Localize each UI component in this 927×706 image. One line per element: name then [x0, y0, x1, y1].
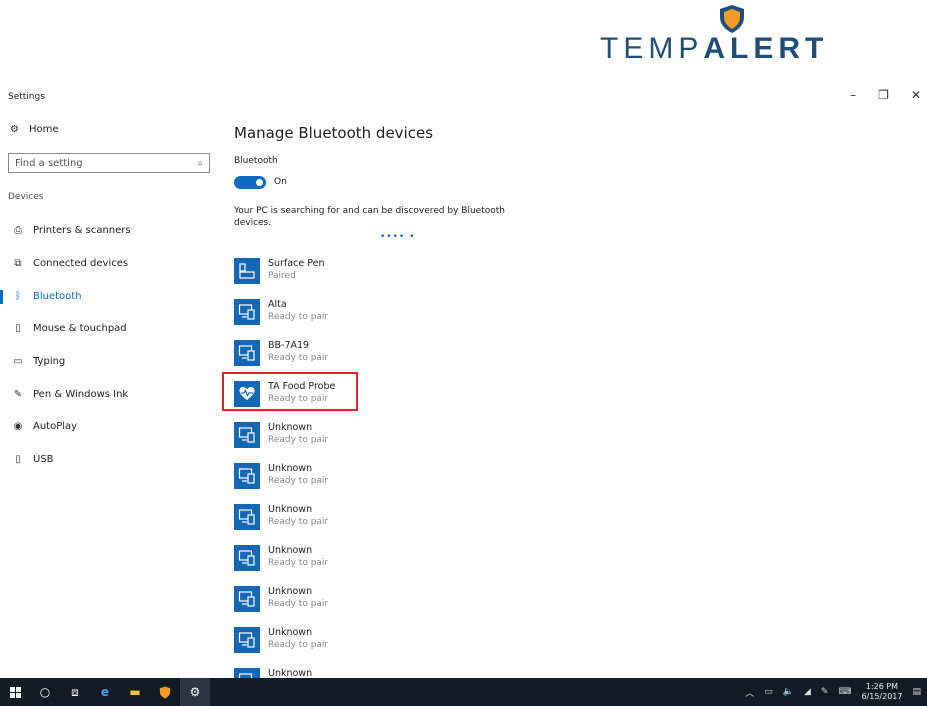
- search-placeholder: Find a setting: [15, 157, 83, 169]
- edge-icon: e: [100, 685, 110, 699]
- search-input[interactable]: Find a setting ⌕: [8, 153, 210, 173]
- mouse-icon: ▯: [15, 322, 21, 334]
- shield-icon: [720, 5, 744, 33]
- sidebar-item-typing[interactable]: ▭ Typing: [12, 353, 65, 369]
- keyboard-device-icon: [234, 258, 260, 284]
- edge-button[interactable]: e: [90, 678, 120, 706]
- file-explorer-button[interactable]: ▬: [120, 678, 150, 706]
- notification-icon[interactable]: ▤: [912, 687, 921, 697]
- task-view-icon: ⧈: [71, 684, 79, 699]
- device-item[interactable]: Surface Pen Paired: [234, 254, 524, 284]
- device-icon: [234, 504, 260, 530]
- bluetooth-label: Bluetooth: [234, 156, 278, 166]
- start-button[interactable]: [0, 678, 30, 706]
- clock[interactable]: 1:26 PM 6/15/2017: [861, 682, 902, 702]
- device-item[interactable]: Unknown Ready to pair: [234, 582, 524, 612]
- printer-icon: ⎙: [14, 224, 22, 236]
- device-icon: [234, 299, 260, 325]
- battery-icon[interactable]: ▭: [764, 687, 773, 697]
- brand-wordmark: TEMPALERT: [600, 32, 829, 65]
- window-controls: – ❐ ✕: [850, 88, 921, 102]
- device-item[interactable]: Unknown Ready to pair: [234, 418, 524, 448]
- device-icon: [234, 586, 260, 612]
- network-icon[interactable]: ◢: [804, 687, 811, 697]
- pen-icon: ✎: [13, 388, 23, 400]
- windows-icon: [9, 686, 21, 698]
- tempalert-app-button[interactable]: [150, 678, 180, 706]
- discovery-info: Your PC is searching for and can be disc…: [234, 206, 505, 228]
- circle-icon: ○: [39, 685, 51, 699]
- sidebar-home[interactable]: ⚙ Home: [10, 124, 59, 135]
- restore-button[interactable]: ❐: [878, 88, 889, 102]
- gear-icon: ⚙: [189, 685, 201, 699]
- clock-date: 6/15/2017: [861, 692, 903, 701]
- heart-rate-icon: [234, 381, 260, 407]
- keyboard-icon: ▭: [13, 355, 23, 367]
- page-title: Manage Bluetooth devices: [234, 124, 434, 142]
- usb-icon: ▯: [15, 453, 21, 465]
- minimize-button[interactable]: –: [850, 88, 856, 102]
- search-icon: ⌕: [197, 157, 203, 169]
- autoplay-icon: ◉: [13, 420, 23, 432]
- device-item[interactable]: Alta Ready to pair: [234, 295, 524, 325]
- device-icon: [234, 422, 260, 448]
- sidebar-item-printers[interactable]: ⎙ Printers & scanners: [12, 222, 131, 238]
- sidebar-item-connected-devices[interactable]: ⧉ Connected devices: [12, 255, 128, 271]
- taskbar: ○ ⧈ e ▬ ⚙ ︿ ▭ 🔈 ◢ ✎ ⌨ 1:26 PM 6/15/2017 …: [0, 678, 927, 706]
- device-item[interactable]: BB-7A19 Ready to pair: [234, 336, 524, 366]
- bluetooth-icon: ᛒ: [15, 290, 21, 302]
- window-title: Settings: [8, 92, 45, 102]
- tempalert-logo: TEMPALERT: [600, 4, 860, 66]
- toggle-state: On: [274, 177, 287, 187]
- gear-icon: ⚙: [10, 124, 19, 135]
- sidebar-item-mouse[interactable]: ▯ Mouse & touchpad: [12, 320, 126, 336]
- clock-time: 1:26 PM: [865, 682, 899, 691]
- bluetooth-toggle[interactable]: [234, 176, 266, 189]
- keyboard-icon[interactable]: ⌨: [838, 687, 851, 697]
- volume-icon[interactable]: 🔈: [783, 687, 794, 697]
- sidebar-item-bluetooth[interactable]: ᛒ Bluetooth: [12, 288, 82, 304]
- task-view-button[interactable]: ⧈: [60, 678, 90, 706]
- sidebar-category: Devices: [8, 192, 44, 202]
- system-tray: ︿ ▭ 🔈 ◢ ✎ ⌨ 1:26 PM 6/15/2017 ▤: [745, 678, 921, 706]
- connected-devices-icon: ⧉: [14, 257, 22, 269]
- device-item[interactable]: Unknown Ready to pair: [234, 500, 524, 530]
- device-icon: [234, 545, 260, 571]
- pen-icon[interactable]: ✎: [821, 687, 829, 697]
- sidebar-item-usb[interactable]: ▯ USB: [12, 451, 53, 467]
- device-item[interactable]: Unknown Ready to pair: [234, 459, 524, 489]
- chevron-up-icon[interactable]: ︿: [745, 686, 754, 699]
- active-indicator: [0, 290, 3, 304]
- settings-app-button[interactable]: ⚙: [180, 678, 210, 706]
- taskbar-apps: ○ ⧈ e ▬ ⚙: [0, 678, 210, 706]
- device-icon: [234, 340, 260, 366]
- searching-progress: •••• •: [380, 232, 416, 242]
- device-icon: [234, 627, 260, 653]
- sidebar-item-pen[interactable]: ✎ Pen & Windows Ink: [12, 386, 128, 402]
- device-item[interactable]: Unknown Ready to pair: [234, 541, 524, 571]
- device-item-highlighted[interactable]: TA Food Probe Ready to pair: [222, 372, 524, 411]
- cortana-button[interactable]: ○: [30, 678, 60, 706]
- folder-icon: ▬: [129, 685, 141, 699]
- sidebar-item-autoplay[interactable]: ◉ AutoPlay: [12, 418, 77, 434]
- shield-icon: [159, 686, 171, 698]
- close-button[interactable]: ✕: [911, 88, 921, 102]
- device-icon: [234, 463, 260, 489]
- device-item[interactable]: Unknown Ready to pair: [234, 623, 524, 653]
